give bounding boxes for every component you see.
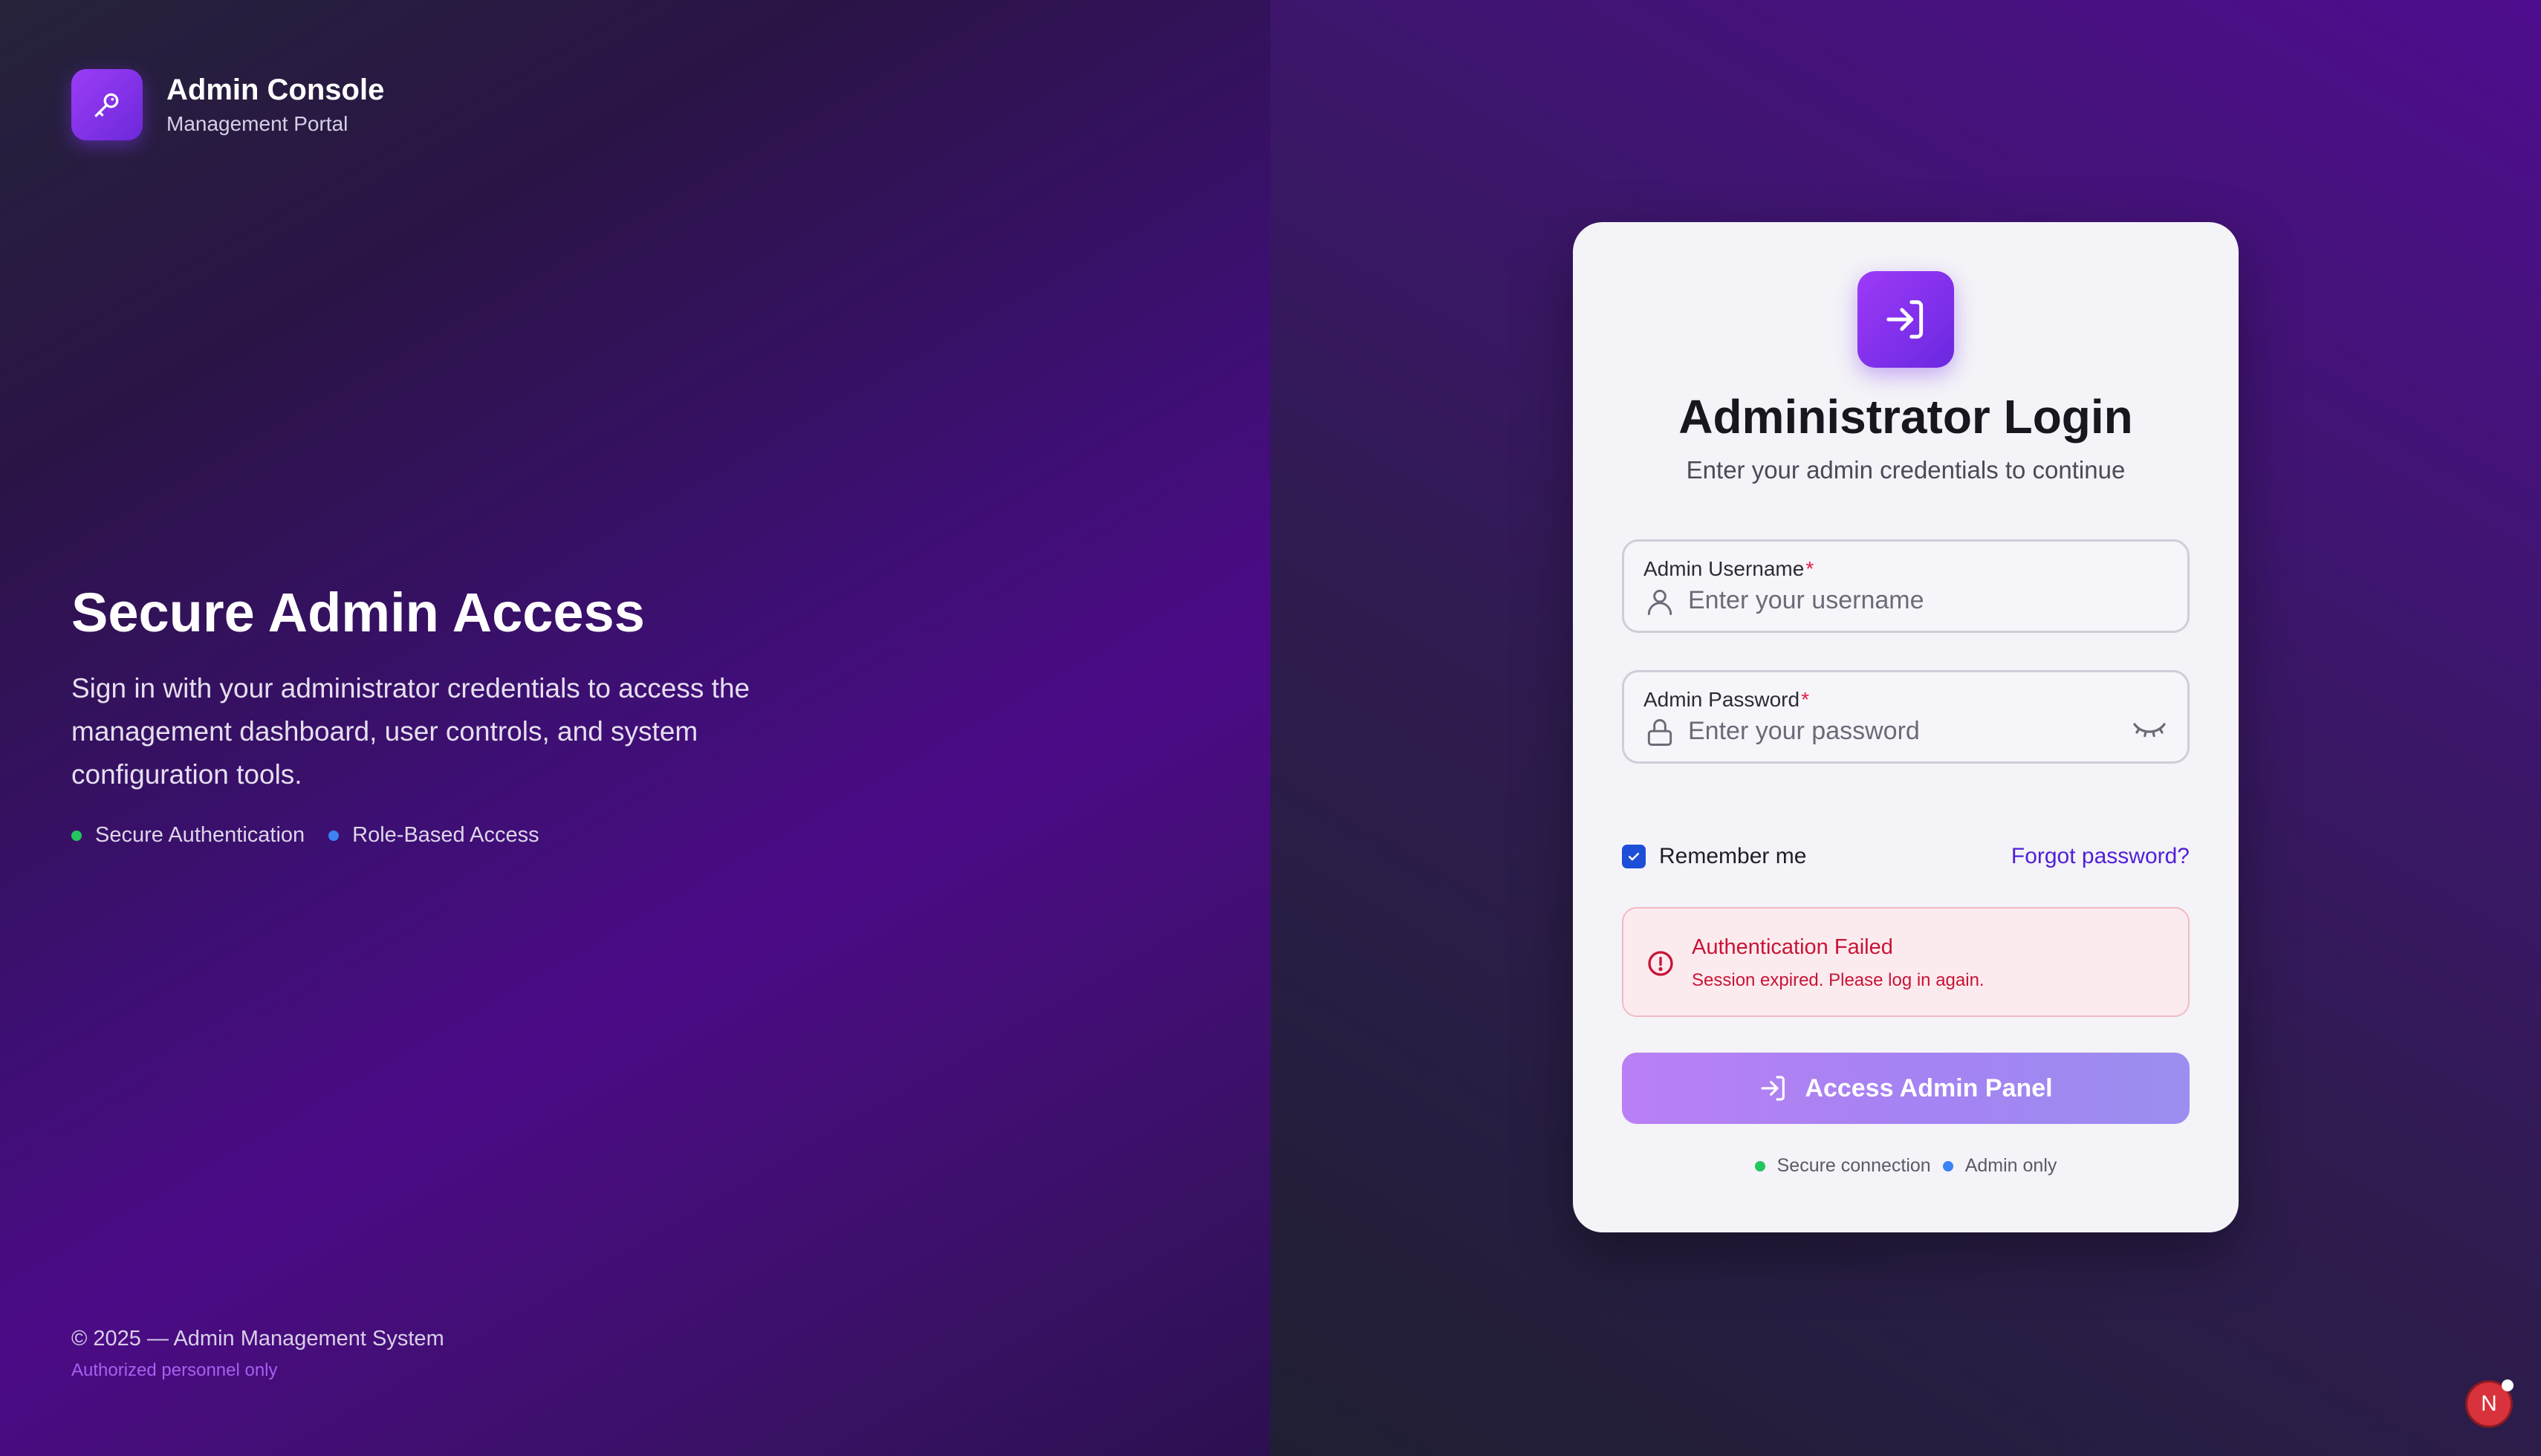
badge-label: Role-Based Access <box>352 823 539 847</box>
submit-label: Access Admin Panel <box>1805 1073 2053 1102</box>
options-row: Remember me Forgot password? <box>1622 842 2190 871</box>
user-icon <box>1647 589 1672 615</box>
status-indicators: Secure connection Admin only <box>1573 1155 2239 1177</box>
status-admin-only: Admin only <box>1942 1155 2057 1177</box>
badge-label: Secure Authentication <box>95 823 305 847</box>
login-card: Administrator Login Enter your admin cre… <box>1573 222 2239 1232</box>
green-dot-icon <box>1754 1160 1765 1171</box>
badge-role-based-access: Role-Based Access <box>328 823 539 848</box>
login-arrow-icon <box>1761 1076 1785 1101</box>
brand-text: Admin Console Management Portal <box>166 72 384 137</box>
brand-title: Admin Console <box>166 74 385 106</box>
lock-icon <box>1647 719 1672 746</box>
required-mark: * <box>1801 688 1809 711</box>
eye-closed-icon[interactable] <box>2131 712 2168 742</box>
hero-title: Secure Admin Access <box>71 582 645 643</box>
password-input[interactable] <box>1688 714 2104 748</box>
blue-dot-icon <box>1942 1160 1953 1171</box>
access-admin-panel-button[interactable]: Access Admin Panel <box>1622 1053 2190 1124</box>
alert-message: Session expired. Please log in again. <box>1692 970 1985 990</box>
card-title: Administrator Login <box>1678 390 2133 443</box>
brand: Admin Console Management Portal <box>71 69 384 140</box>
key-icon <box>71 69 143 140</box>
left-panel: Admin Console Management Portal Secure A… <box>0 0 1270 1456</box>
alert-title: Authentication Failed <box>1692 935 1893 959</box>
username-field[interactable]: Admin Username* <box>1622 539 2190 633</box>
login-page: Admin Console Management Portal Secure A… <box>0 0 2541 1456</box>
password-field[interactable]: Admin Password* <box>1622 670 2190 764</box>
login-arrow-icon <box>1857 271 1954 368</box>
hero-description: Sign in with your administrator credenti… <box>71 673 750 790</box>
password-label-text: Admin Password <box>1643 688 1800 711</box>
forgot-password-link[interactable]: Forgot password? <box>2011 844 2190 869</box>
notification-dot <box>2502 1379 2514 1391</box>
password-label: Admin Password* <box>1643 687 1809 712</box>
green-dot-icon <box>71 830 82 841</box>
status-label: Secure connection <box>1776 1155 1931 1176</box>
username-label-text: Admin Username <box>1643 557 1805 580</box>
status-label: Admin only <box>1964 1155 2057 1176</box>
remember-me[interactable]: Remember me <box>1622 844 1806 869</box>
status-secure-connection: Secure connection <box>1754 1155 1931 1177</box>
auth-error-alert: Authentication Failed Session expired. P… <box>1622 907 2190 1017</box>
badge-secure-authentication: Secure Authentication <box>71 823 305 848</box>
hero: Secure Admin Access Sign in with your ad… <box>71 579 814 848</box>
username-label: Admin Username* <box>1643 556 1814 582</box>
footer-note: Authorized personnel only <box>71 1360 278 1380</box>
footer: © 2025 — Admin Management System Authori… <box>71 1324 444 1383</box>
remember-checkbox[interactable] <box>1622 845 1646 868</box>
required-mark: * <box>1805 557 1814 580</box>
feature-badges: Secure Authentication Role-Based Access <box>71 823 814 848</box>
brand-subtitle: Management Portal <box>166 112 348 135</box>
alert-circle-icon <box>1648 951 1673 976</box>
remember-label: Remember me <box>1659 844 1807 868</box>
check-icon <box>1628 853 1640 861</box>
username-input[interactable] <box>1688 583 2104 617</box>
card-subtitle: Enter your admin credentials to continue <box>1686 456 2126 484</box>
footer-copyright: © 2025 — Admin Management System <box>71 1327 444 1351</box>
blue-dot-icon <box>328 830 340 841</box>
